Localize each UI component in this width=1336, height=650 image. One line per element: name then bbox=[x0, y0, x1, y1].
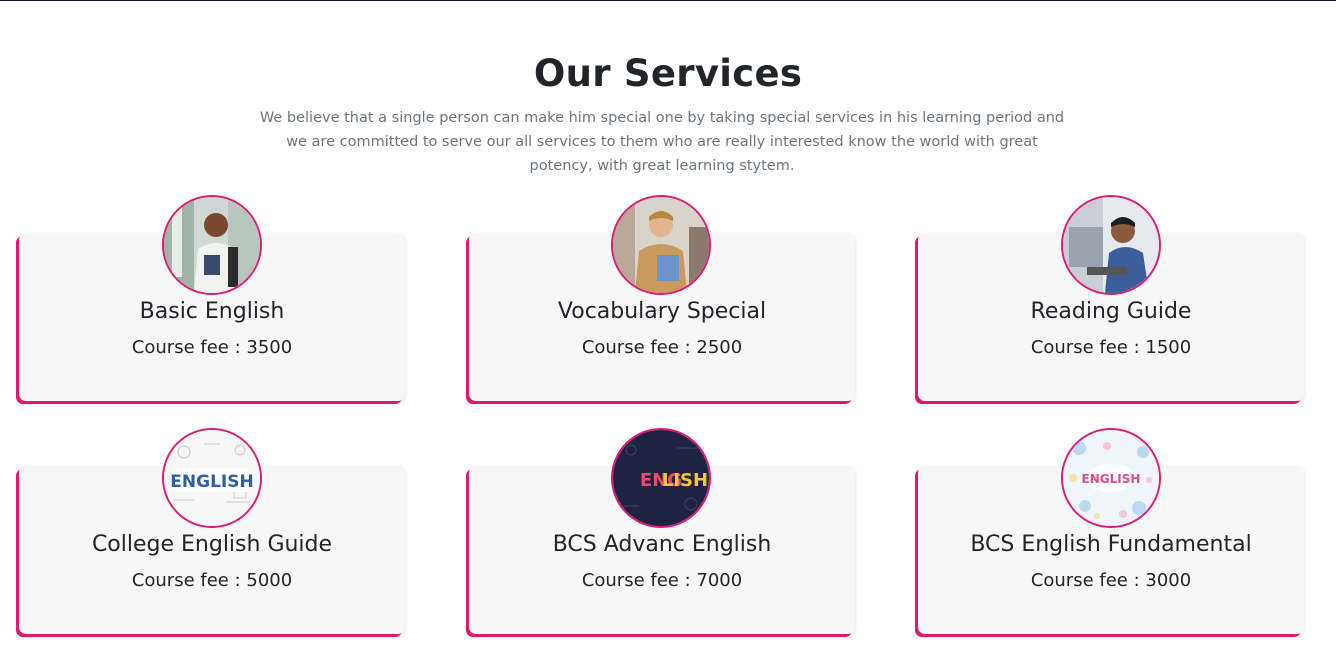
service-title: BCS Advanc English bbox=[552, 532, 772, 557]
service-title: Vocabulary Special bbox=[557, 299, 767, 324]
service-title: BCS English Fundamental bbox=[970, 532, 1252, 557]
section-description: We believe that a single person can make… bbox=[259, 110, 1065, 174]
section-title: Our Services bbox=[533, 52, 803, 95]
service-image-english-neon: ENG LISH bbox=[611, 428, 711, 528]
svg-text:ENGLISH: ENGLISH bbox=[1082, 472, 1141, 486]
svg-text:LISH: LISH bbox=[662, 470, 708, 491]
service-image-student-backpack bbox=[162, 195, 262, 295]
service-fee: Course fee : 2500 bbox=[581, 337, 743, 358]
service-fee: Course fee : 7000 bbox=[581, 570, 743, 591]
service-image-student-laptop bbox=[1061, 195, 1161, 295]
service-fee: Course fee : 3000 bbox=[1030, 570, 1192, 591]
service-fee: Course fee : 3500 bbox=[131, 337, 293, 358]
service-title: Reading Guide bbox=[1030, 299, 1192, 324]
service-title: College English Guide bbox=[91, 532, 333, 557]
service-fee: Course fee : 1500 bbox=[1030, 337, 1192, 358]
service-title: Basic English bbox=[139, 299, 285, 324]
service-image-english-sketch: ENGLISH bbox=[162, 428, 262, 528]
top-border bbox=[0, 0, 1336, 1]
service-image-student-folder bbox=[611, 195, 711, 295]
service-image-english-doodle: ENGLISH bbox=[1061, 428, 1161, 528]
service-fee: Course fee : 5000 bbox=[131, 570, 293, 591]
svg-text:ENGLISH: ENGLISH bbox=[170, 472, 253, 492]
